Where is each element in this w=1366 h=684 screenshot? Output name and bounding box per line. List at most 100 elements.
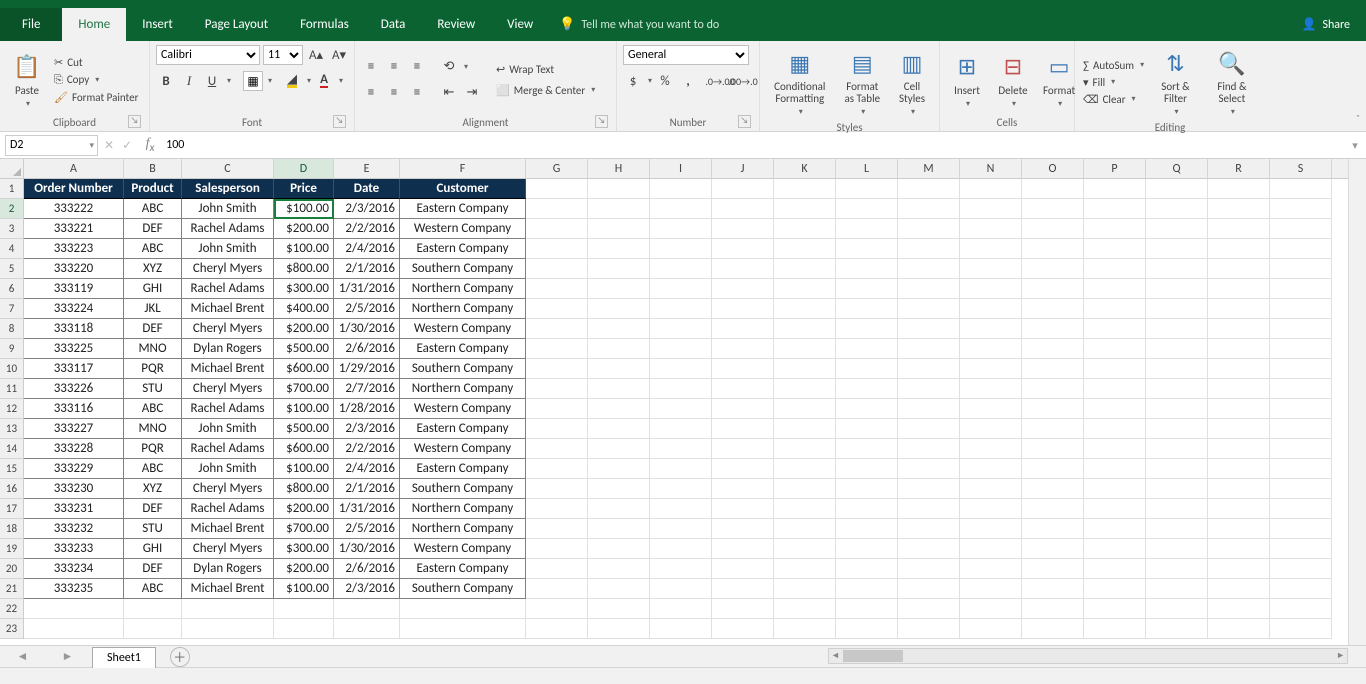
- fill-button[interactable]: ▾Fill▾: [1081, 75, 1146, 90]
- paste-button[interactable]: 📋 Paste ▾: [6, 48, 48, 111]
- comma-icon[interactable]: ,: [678, 71, 698, 91]
- new-sheet-button[interactable]: ＋: [170, 647, 190, 667]
- col-header-I[interactable]: I: [650, 159, 712, 178]
- col-header-Q[interactable]: Q: [1146, 159, 1208, 178]
- row-header-8[interactable]: 8: [0, 319, 23, 339]
- tab-home[interactable]: Home: [62, 8, 126, 41]
- format-painter-button[interactable]: 🖌Format Painter: [52, 90, 140, 105]
- col-header-J[interactable]: J: [712, 159, 774, 178]
- select-all-corner[interactable]: [0, 159, 24, 179]
- sheet-tab[interactable]: Sheet1: [92, 647, 156, 668]
- col-header-H[interactable]: H: [588, 159, 650, 178]
- format-cells-button[interactable]: ▭Format▾: [1038, 48, 1080, 111]
- row-header-22[interactable]: 22: [0, 599, 23, 619]
- conditional-formatting-button[interactable]: ▦Conditional Formatting▾: [766, 45, 834, 119]
- col-header-E[interactable]: E: [334, 159, 400, 178]
- row-header-21[interactable]: 21: [0, 579, 23, 599]
- row-header-16[interactable]: 16: [0, 479, 23, 499]
- row-header-2[interactable]: 2: [0, 199, 23, 219]
- number-format-combo[interactable]: General: [623, 45, 749, 65]
- row-header-10[interactable]: 10: [0, 359, 23, 379]
- align-bottom-icon[interactable]: ≡: [407, 57, 427, 77]
- row-header-13[interactable]: 13: [0, 419, 23, 439]
- insert-cells-button[interactable]: ⊞Insert▾: [946, 48, 988, 111]
- expand-formula-icon[interactable]: ▾: [1344, 139, 1366, 152]
- row-header-23[interactable]: 23: [0, 619, 23, 639]
- row-header-11[interactable]: 11: [0, 379, 23, 399]
- row-header-6[interactable]: 6: [0, 279, 23, 299]
- vertical-scrollbar[interactable]: [1348, 159, 1366, 645]
- merge-center-button[interactable]: ⬜Merge & Center▾: [494, 83, 597, 98]
- find-select-button[interactable]: 🔍Find & Select▾: [1205, 45, 1259, 119]
- tab-data[interactable]: Data: [365, 8, 422, 41]
- collapse-ribbon-icon[interactable]: ˆ: [1356, 112, 1360, 125]
- horizontal-scrollbar[interactable]: [828, 648, 1348, 664]
- increase-indent-icon[interactable]: ⇥: [462, 83, 482, 103]
- row-header-5[interactable]: 5: [0, 259, 23, 279]
- row-header-9[interactable]: 9: [0, 339, 23, 359]
- tab-nav-first-icon[interactable]: ◄: [17, 649, 29, 664]
- decrease-font-icon[interactable]: A▾: [329, 45, 349, 65]
- align-left-icon[interactable]: ≡: [361, 83, 381, 103]
- row-header-1[interactable]: 1: [0, 179, 23, 199]
- increase-font-icon[interactable]: A▴: [306, 45, 326, 65]
- align-middle-icon[interactable]: ≡: [384, 57, 404, 77]
- col-header-K[interactable]: K: [774, 159, 836, 178]
- border-button[interactable]: ▦: [243, 71, 263, 91]
- align-center-icon[interactable]: ≡: [384, 83, 404, 103]
- wrap-text-button[interactable]: ↩Wrap Text: [494, 62, 597, 77]
- fx-icon[interactable]: fx: [138, 136, 162, 155]
- row-header-15[interactable]: 15: [0, 459, 23, 479]
- col-header-B[interactable]: B: [124, 159, 182, 178]
- align-right-icon[interactable]: ≡: [407, 83, 427, 103]
- name-box[interactable]: D2: [5, 135, 98, 156]
- tell-me[interactable]: 💡 Tell me what you want to do: [559, 8, 719, 41]
- format-as-table-button[interactable]: ▤Format as Table▾: [838, 45, 887, 119]
- cancel-icon[interactable]: ✕: [104, 138, 114, 153]
- row-header-3[interactable]: 3: [0, 219, 23, 239]
- copy-button[interactable]: ⎘Copy▾: [52, 72, 140, 88]
- cell-styles-button[interactable]: ▥Cell Styles▾: [891, 45, 933, 119]
- tab-formulas[interactable]: Formulas: [284, 8, 365, 41]
- tab-nav-last-icon[interactable]: ►: [62, 649, 74, 664]
- sort-filter-button[interactable]: ⇅Sort & Filter▾: [1150, 45, 1201, 119]
- italic-button[interactable]: I: [179, 71, 199, 91]
- tab-file[interactable]: File: [0, 8, 62, 41]
- col-header-D[interactable]: D: [274, 159, 334, 178]
- percent-icon[interactable]: %: [655, 71, 675, 91]
- font-name-combo[interactable]: Calibri: [156, 45, 260, 65]
- enter-icon[interactable]: ✓: [122, 138, 132, 153]
- underline-button[interactable]: U: [202, 71, 222, 91]
- decrease-indent-icon[interactable]: ⇤: [439, 83, 459, 103]
- formula-input[interactable]: [162, 138, 1344, 152]
- row-header-12[interactable]: 12: [0, 399, 23, 419]
- col-header-M[interactable]: M: [898, 159, 960, 178]
- increase-decimal-icon[interactable]: .0→.00: [710, 71, 730, 91]
- row-header-4[interactable]: 4: [0, 239, 23, 259]
- row-header-14[interactable]: 14: [0, 439, 23, 459]
- col-header-C[interactable]: C: [182, 159, 274, 178]
- share-button[interactable]: 👤 Share: [1285, 8, 1366, 41]
- row-header-7[interactable]: 7: [0, 299, 23, 319]
- tab-review[interactable]: Review: [421, 8, 491, 41]
- tab-view[interactable]: View: [491, 8, 549, 41]
- cell-grid[interactable]: Order NumberProductSalespersonPriceDateC…: [24, 179, 1348, 645]
- orientation-icon[interactable]: ⟲: [439, 57, 459, 77]
- row-header-17[interactable]: 17: [0, 499, 23, 519]
- col-header-N[interactable]: N: [960, 159, 1022, 178]
- col-header-R[interactable]: R: [1208, 159, 1270, 178]
- delete-cells-button[interactable]: ⊟Delete▾: [992, 48, 1034, 111]
- font-color-button[interactable]: A: [314, 71, 334, 91]
- cut-button[interactable]: ✂Cut: [52, 55, 140, 70]
- col-header-S[interactable]: S: [1270, 159, 1332, 178]
- col-header-O[interactable]: O: [1022, 159, 1084, 178]
- fill-color-button[interactable]: ◢: [282, 71, 302, 91]
- autosum-button[interactable]: ∑AutoSum▾: [1081, 58, 1146, 73]
- col-header-A[interactable]: A: [24, 159, 124, 178]
- font-size-combo[interactable]: 11: [263, 45, 303, 65]
- currency-icon[interactable]: $: [623, 71, 643, 91]
- clear-button[interactable]: ⌫Clear▾: [1081, 92, 1146, 107]
- row-header-18[interactable]: 18: [0, 519, 23, 539]
- tab-page-layout[interactable]: Page Layout: [189, 8, 284, 41]
- decrease-decimal-icon[interactable]: .00→.0: [733, 71, 753, 91]
